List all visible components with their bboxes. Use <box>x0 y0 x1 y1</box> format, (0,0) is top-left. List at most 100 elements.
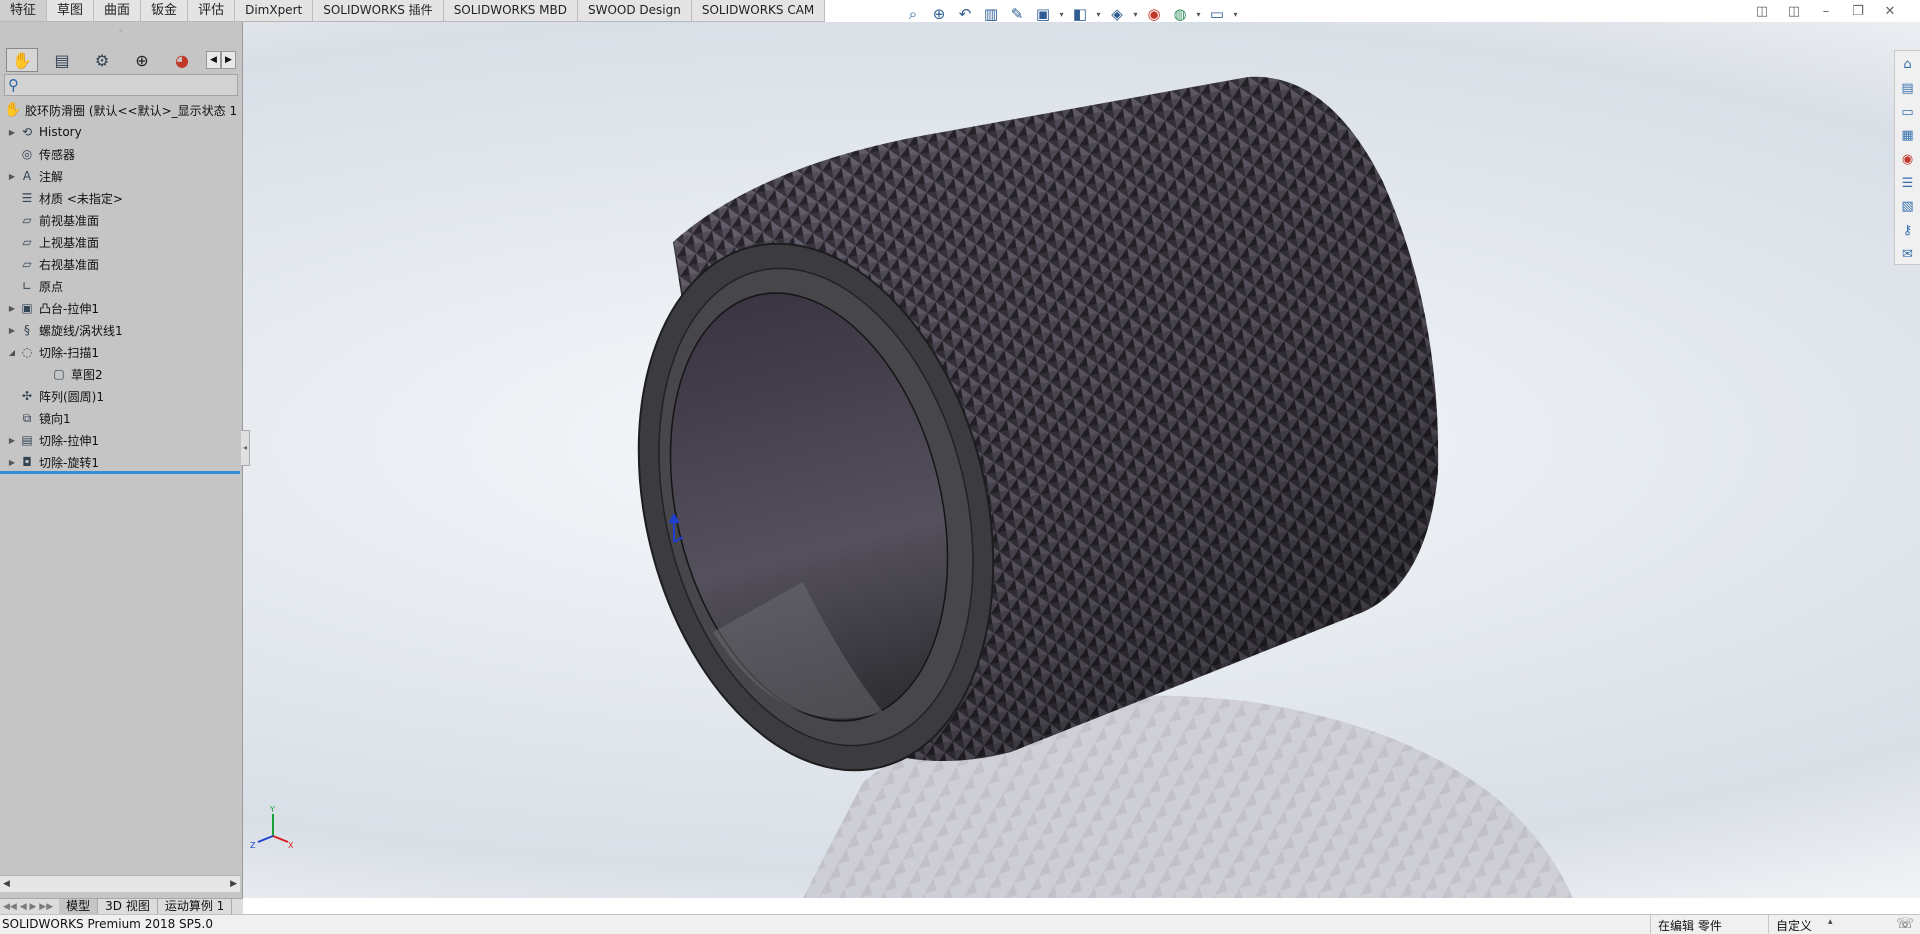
expand-toggle-icon[interactable]: ▶ <box>6 128 18 137</box>
tree-item[interactable]: ✣ 阵列(圆周)1 <box>0 385 243 407</box>
expand-toggle-icon[interactable]: ▶ <box>6 458 18 467</box>
tree-item[interactable]: ▱ 前视基准面 <box>0 209 243 231</box>
tab-scroll-right-icon[interactable]: ▶ <box>221 51 236 69</box>
close-icon[interactable]: ✕ <box>1880 4 1900 20</box>
display-style-icon[interactable]: ◧ <box>1069 4 1091 24</box>
filter-icon: ⚲ <box>8 76 19 94</box>
display-manager-tab-icon[interactable]: ◕ <box>166 48 198 72</box>
design-library-icon[interactable]: ▤ <box>1898 79 1918 99</box>
view-settings-icon[interactable]: ▭ <box>1206 4 1228 24</box>
tree-filter[interactable]: ⚲ <box>4 74 238 96</box>
previous-view-icon[interactable]: ↶ <box>954 4 976 24</box>
expand-toggle-icon[interactable]: ◢ <box>6 348 18 357</box>
command-tab[interactable]: 曲面 <box>94 0 142 21</box>
home-icon[interactable]: ⌂ <box>1898 55 1918 75</box>
panel-right-icon[interactable]: ◫ <box>1784 4 1804 20</box>
section-view-icon[interactable]: ▥ <box>980 4 1002 24</box>
zoom-area-icon[interactable]: ⊕ <box>928 4 950 24</box>
expand-toggle-icon[interactable]: ▶ <box>6 326 18 335</box>
bottom-tab[interactable]: 模型 <box>59 899 99 914</box>
command-tab[interactable]: 钣金 <box>141 0 189 21</box>
zoom-to-fit-icon[interactable]: ⌕ <box>902 4 924 24</box>
solidworks-resources-icon[interactable]: ⚷ <box>1898 221 1918 241</box>
command-tab[interactable]: 评估 <box>188 0 236 21</box>
scroll-right-icon[interactable]: ▶ <box>230 879 237 889</box>
configuration-manager-tab-icon[interactable]: ⚙ <box>86 48 118 72</box>
file-explorer-icon[interactable]: ▭ <box>1898 102 1918 122</box>
panel-left-icon[interactable]: ◫ <box>1752 4 1772 20</box>
annotation-icon: A <box>22 169 32 183</box>
tree-item-label: 材质 <未指定> <box>39 191 123 206</box>
toolbox-icon[interactable]: ▧ <box>1898 197 1918 217</box>
minimize-icon[interactable]: – <box>1816 4 1836 20</box>
help-balloon-icon[interactable]: ☏ <box>1896 916 1914 932</box>
panel-collapse-handle[interactable]: ◂ <box>241 430 250 466</box>
chevron-down-icon[interactable]: ▾ <box>1195 10 1202 19</box>
knurled-ring-model[interactable] <box>243 22 1920 898</box>
expand-toggle-icon[interactable]: ▶ <box>6 436 18 445</box>
sensor-icon: ◎ <box>21 147 33 161</box>
tree-item[interactable]: ▱ 上视基准面 <box>0 231 243 253</box>
cut-extrude-icon: ▤ <box>21 433 33 447</box>
cut-revolve-icon: ◘ <box>22 455 32 469</box>
tab-navigation-arrows[interactable]: ◀◀ ◀ ▶ ▶▶ <box>0 902 59 912</box>
command-tab[interactable]: SWOOD Design <box>578 0 692 21</box>
tree-item[interactable]: ▢ 草图2 <box>0 363 243 385</box>
forum-icon[interactable]: ✉ <box>1898 244 1918 264</box>
expand-toggle-icon[interactable]: ▶ <box>6 172 18 181</box>
chevron-down-icon[interactable]: ▾ <box>1095 10 1102 19</box>
task-pane: ⌂ ▤ ▭ ▦ ◉ ☰ ▧ ⚷ ✉ <box>1894 50 1920 265</box>
tree-item[interactable]: ◎ 传感器 <box>0 143 243 165</box>
dynamic-annotation-icon[interactable]: ✎ <box>1006 4 1028 24</box>
restore-icon[interactable]: ❐ <box>1848 4 1868 20</box>
tree-item[interactable]: ▶ ▤ 切除-拉伸1 <box>0 429 243 451</box>
scroll-left-icon[interactable]: ◀ <box>3 879 10 889</box>
horizontal-scrollbar[interactable]: ◀ ▶ <box>0 875 240 892</box>
bottom-tab[interactable]: 3D 视图 <box>98 899 158 914</box>
tree-item[interactable]: ▶ ▣ 凸台-拉伸1 <box>0 297 243 319</box>
material-icon: ☰ <box>21 191 33 205</box>
tree-item[interactable]: ▱ 右视基准面 <box>0 253 243 275</box>
tree-item[interactable]: ⧉ 镜向1 <box>0 407 243 429</box>
tab-scroll-left-icon[interactable]: ◀ <box>206 51 221 69</box>
custom-properties-icon[interactable]: ☰ <box>1898 173 1918 193</box>
tree-item[interactable]: ▶ § 螺旋线/涡状线1 <box>0 319 243 341</box>
chevron-down-icon[interactable]: ▾ <box>1232 10 1239 19</box>
tree-item[interactable]: ☰ 材质 <未指定> <box>0 187 243 209</box>
command-tab[interactable]: 特征 <box>0 0 48 21</box>
unit-system-select[interactable]: 自定义 <box>1776 917 1812 934</box>
hide-show-icon[interactable]: ◈ <box>1106 4 1128 24</box>
tree-item[interactable]: ∟ 原点 <box>0 275 243 297</box>
command-tab[interactable]: DimXpert <box>235 0 314 21</box>
tree-root-part[interactable]: ✋ 胶环防滑圈 (默认<<默认>_显示状态 1 <box>0 99 243 121</box>
circular-pattern-icon: ✣ <box>21 389 33 403</box>
chevron-up-icon[interactable]: ▴ <box>1828 917 1833 927</box>
command-tab[interactable]: 草图 <box>47 0 95 21</box>
tree-item[interactable]: ▶ ◘ 切除-旋转1 <box>0 451 243 473</box>
tree-item[interactable]: ▶ ⟲ History <box>0 121 243 143</box>
sketch-icon: ▢ <box>53 367 65 381</box>
rollback-bar[interactable] <box>0 471 240 474</box>
expand-toggle-icon[interactable]: ▶ <box>6 304 18 313</box>
bottom-tab[interactable]: 运动算例 1 <box>158 899 233 914</box>
graphics-area[interactable]: Y X Z <box>243 22 1920 898</box>
chevron-down-icon[interactable]: ▾ <box>1132 10 1139 19</box>
edit-appearance-icon[interactable]: ◉ <box>1143 4 1165 24</box>
tree-item-label: 凸台-拉伸1 <box>39 301 99 316</box>
command-tab[interactable]: SOLIDWORKS 插件 <box>313 0 444 21</box>
tree-item[interactable]: ◢ ◌ 切除-扫描1 <box>0 341 243 363</box>
apply-scene-icon[interactable]: ◍ <box>1169 4 1191 24</box>
feature-tree: ✋ 胶环防滑圈 (默认<<默认>_显示状态 1 ▶ ⟲ History ◎ 传感器 ▶ A 注解 ☰… <box>0 99 243 473</box>
appearances-icon[interactable]: ◉ <box>1898 150 1918 170</box>
tree-item[interactable]: ▶ A 注解 <box>0 165 243 187</box>
view-orientation-icon[interactable]: ▣ <box>1032 4 1054 24</box>
view-palette-icon[interactable]: ▦ <box>1898 126 1918 146</box>
property-manager-tab-icon[interactable]: ▤ <box>46 48 78 72</box>
command-tab[interactable]: SOLIDWORKS MBD <box>443 0 578 21</box>
tree-item-label: 胶环防滑圈 (默认<<默认>_显示状态 1 <box>25 103 238 118</box>
feature-manager-tab-icon[interactable]: ✋ <box>6 48 38 72</box>
panel-grip-icon[interactable]: ◦ <box>0 22 242 42</box>
command-tab[interactable]: SOLIDWORKS CAM <box>691 0 826 21</box>
chevron-down-icon[interactable]: ▾ <box>1058 10 1065 19</box>
dimxpert-manager-tab-icon[interactable]: ⊕ <box>126 48 158 72</box>
